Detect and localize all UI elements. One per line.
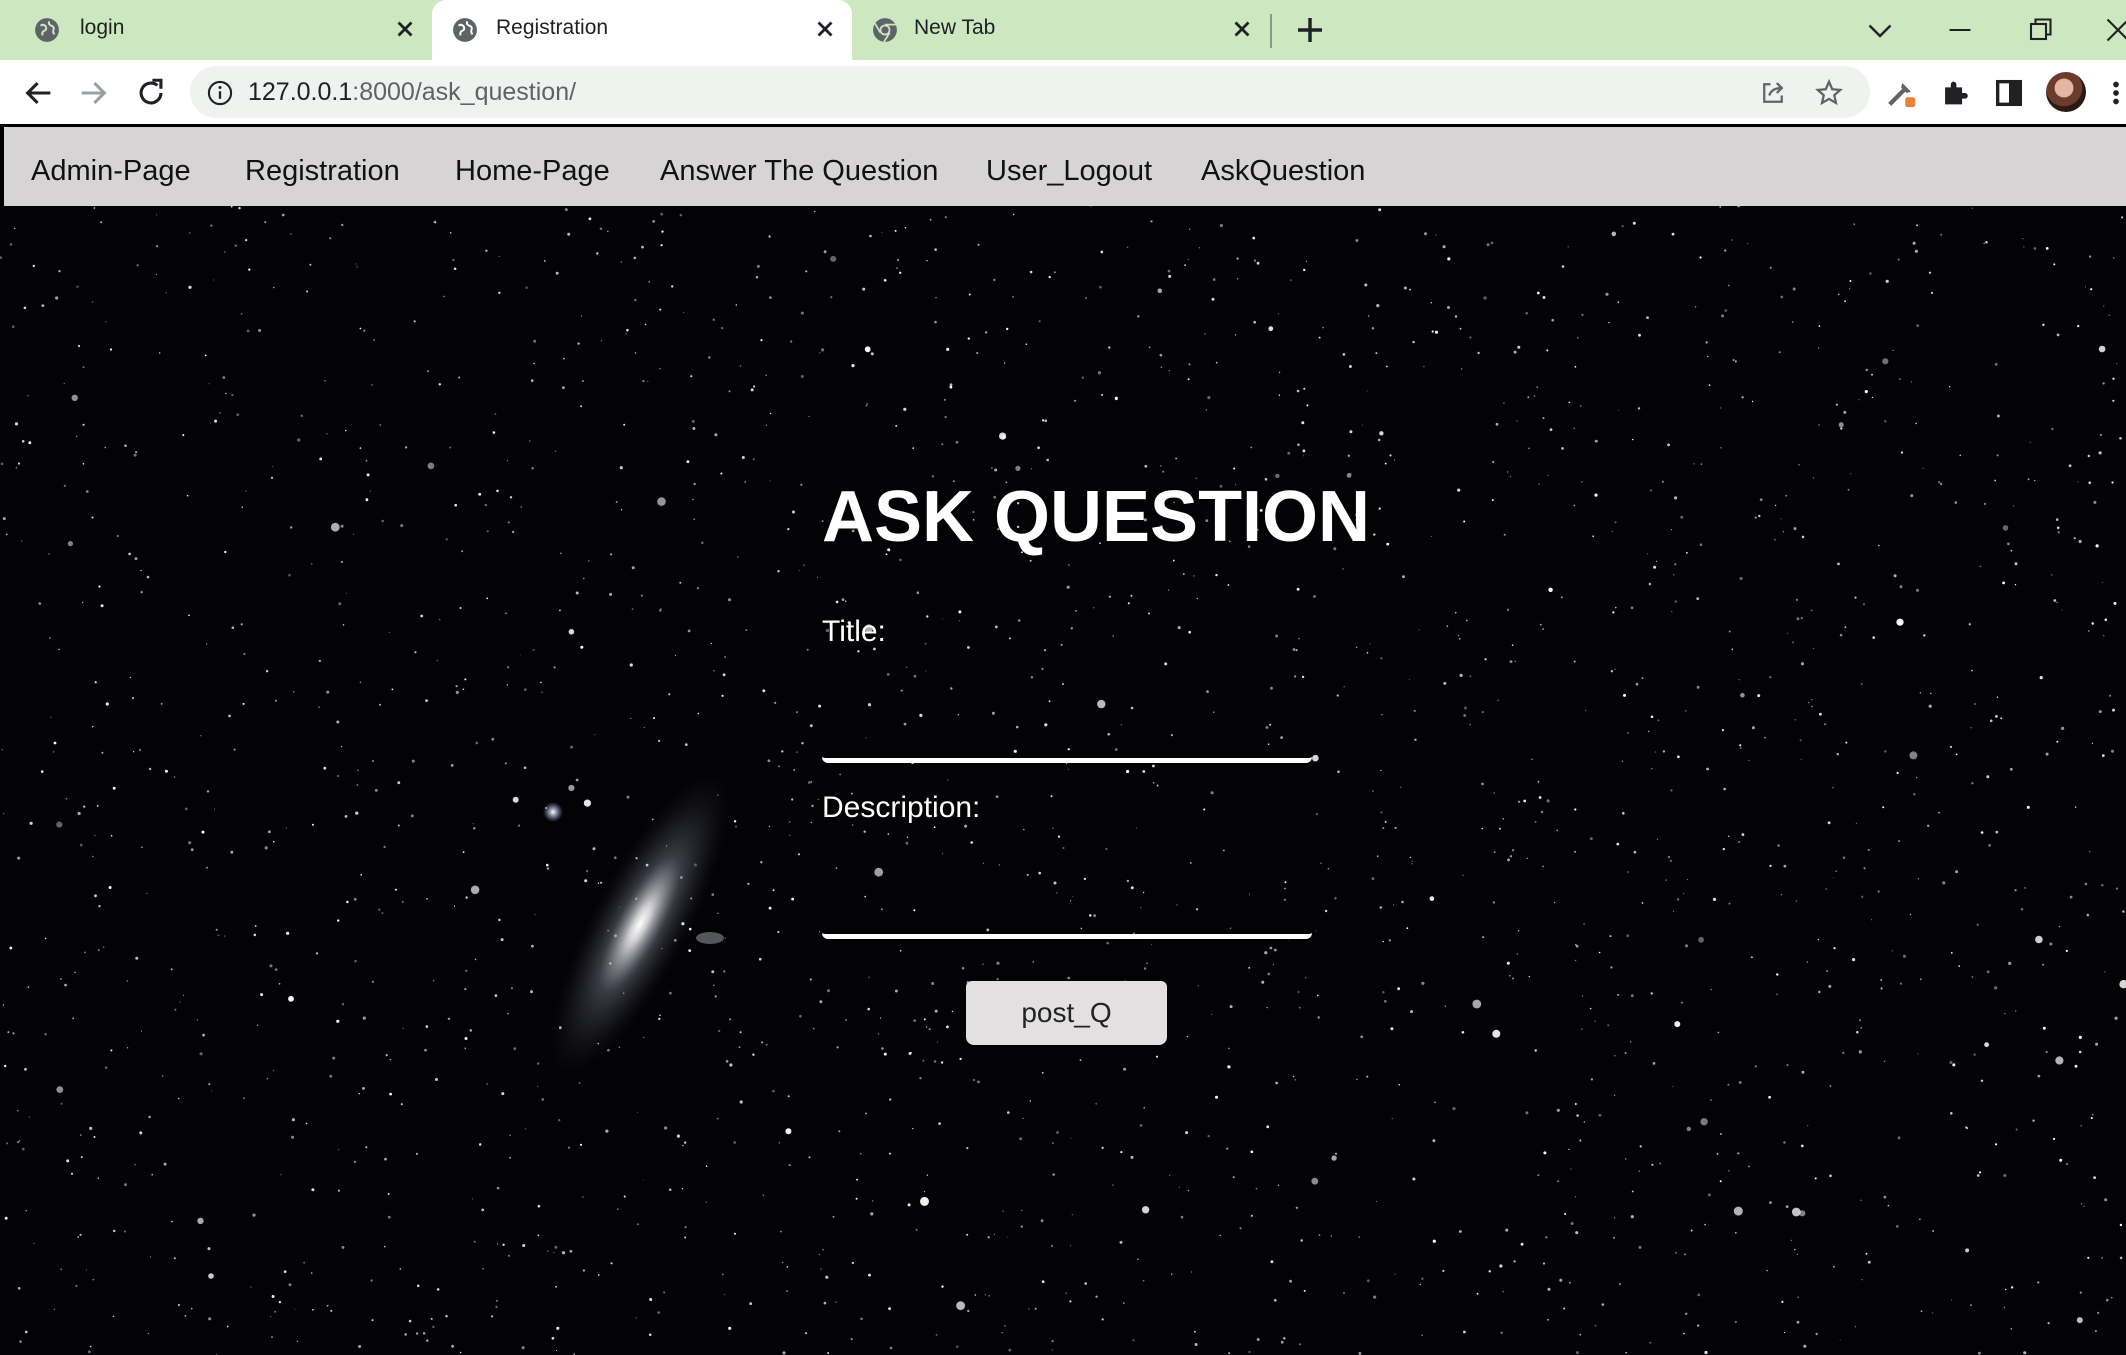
globe-icon: [35, 18, 59, 42]
url-text[interactable]: 127.0.0.1:8000/ask_question/: [248, 78, 576, 107]
tab-separator: [1270, 14, 1272, 48]
url-host: 127.0.0.1: [248, 78, 353, 106]
minimize-icon[interactable]: [1942, 12, 1978, 48]
nav-link-home-page[interactable]: Home-Page: [455, 155, 610, 188]
close-window-icon[interactable]: [2100, 12, 2126, 48]
satellite-galaxy: [696, 932, 724, 944]
nav-link-answer-question[interactable]: Answer The Question: [660, 155, 938, 188]
tab-registration[interactable]: Registration: [432, 0, 852, 60]
close-icon[interactable]: [392, 16, 418, 42]
extension-tool-icon[interactable]: [1884, 76, 1918, 110]
page-body: Admin-Page Registration Home-Page Answer…: [0, 124, 2126, 1355]
url-path: :8000/ask_question/: [352, 78, 577, 106]
restore-icon[interactable]: [2022, 12, 2058, 48]
address-bar[interactable]: 127.0.0.1:8000/ask_question/: [190, 66, 1870, 118]
bright-star: [543, 802, 563, 822]
nav-link-ask-question[interactable]: AskQuestion: [1201, 155, 1365, 188]
close-icon[interactable]: [1229, 16, 1255, 42]
nav-link-admin-page[interactable]: Admin-Page: [31, 155, 191, 188]
description-input[interactable]: [822, 874, 1312, 939]
description-label: Description:: [822, 791, 981, 824]
tab-title: New Tab: [914, 16, 996, 39]
new-tab-plus-icon[interactable]: [1294, 14, 1326, 46]
tab-title: login: [80, 16, 125, 39]
close-icon[interactable]: [812, 16, 838, 42]
more-menu-icon[interactable]: [2106, 76, 2126, 110]
tab-login[interactable]: login: [0, 0, 430, 60]
title-label: Title:: [822, 615, 886, 648]
side-panel-icon[interactable]: [1992, 76, 2026, 110]
forward-arrow-icon[interactable]: [76, 76, 110, 110]
post-question-button[interactable]: post_Q: [966, 981, 1167, 1045]
back-arrow-icon[interactable]: [22, 76, 56, 110]
nav-link-registration[interactable]: Registration: [245, 155, 400, 188]
tab-search-chevron-icon[interactable]: [1862, 12, 1898, 48]
puzzle-extensions-icon[interactable]: [1938, 76, 1972, 110]
globe-icon: [453, 18, 477, 42]
page-title: ASK QUESTION: [822, 477, 1371, 557]
profile-avatar[interactable]: [2046, 72, 2086, 112]
bookmark-star-icon[interactable]: [1814, 78, 1844, 108]
chrome-icon: [873, 18, 897, 43]
nav-link-user-logout[interactable]: User_Logout: [986, 155, 1152, 188]
reload-icon[interactable]: [134, 76, 168, 110]
tab-new-tab[interactable]: New Tab: [852, 0, 1270, 60]
title-input[interactable]: [822, 698, 1312, 763]
share-icon[interactable]: [1758, 78, 1788, 108]
tab-strip: login Registration New Tab: [0, 0, 2126, 60]
tab-title: Registration: [496, 16, 609, 39]
site-navbar: Admin-Page Registration Home-Page Answer…: [0, 124, 2126, 206]
site-info-icon[interactable]: [206, 79, 234, 107]
browser-toolbar: 127.0.0.1:8000/ask_question/: [0, 60, 2126, 124]
